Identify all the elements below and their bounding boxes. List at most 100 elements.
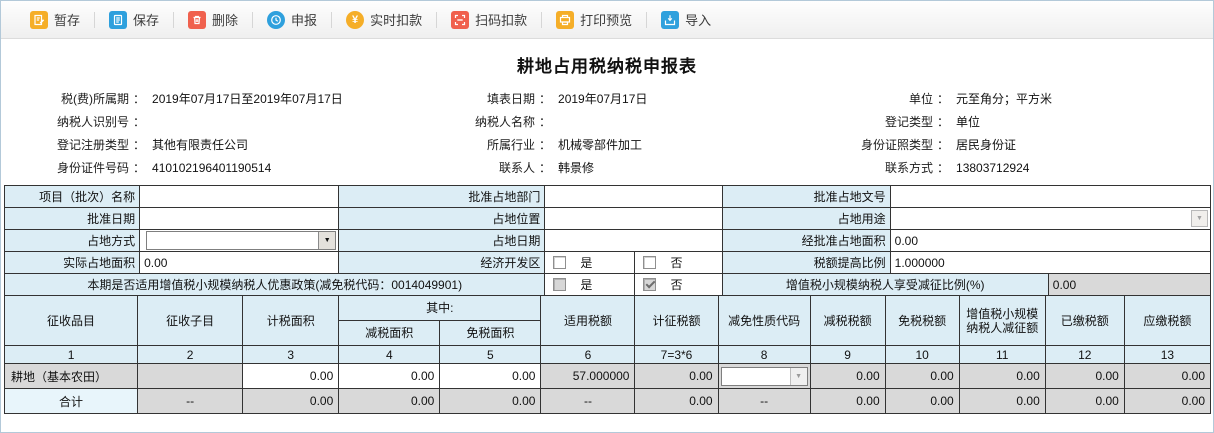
total-reduced-tax: 0.00 xyxy=(809,388,886,414)
occupation-method-select[interactable]: ▼ xyxy=(146,231,337,250)
approval-doc-number-label: 批准占地文号 xyxy=(721,185,891,208)
toolbar-separator xyxy=(173,11,175,28)
declare-button[interactable]: 申报 xyxy=(262,10,322,29)
print-preview-icon xyxy=(556,10,575,29)
economic-zone-label: 经济开发区 xyxy=(338,251,546,274)
field-unit: 单位：元至角分；平方米 xyxy=(908,92,1053,106)
page-title: 耕地占用税纳税申报表 xyxy=(517,57,697,76)
payable-tax-value: 0.00 xyxy=(1123,363,1212,389)
column-header: 征收品目 xyxy=(3,295,139,346)
total-payable-tax: 0.00 xyxy=(1123,388,1212,414)
col-number: 12 xyxy=(1044,345,1125,364)
economic-zone-no-checkbox[interactable] xyxy=(643,256,657,269)
total-exempt-tax: 0.00 xyxy=(884,388,960,414)
col-number: 11 xyxy=(958,345,1046,364)
reduction-ratio-label: 增值税小规模纳税人享受减征比例(%) xyxy=(721,273,1049,296)
toolbar-separator xyxy=(436,11,438,28)
small-scale-policy-no-checkbox[interactable] xyxy=(643,278,657,291)
column-header: 应缴税额 xyxy=(1123,295,1212,346)
col-number: 2 xyxy=(137,345,244,364)
toolbar-button-label: 实时扣款 xyxy=(370,13,423,28)
field-registration-type: 登记类型：单位 xyxy=(884,115,981,129)
print-preview-button[interactable]: 打印预览 xyxy=(551,10,637,29)
col-number: 3 xyxy=(242,345,340,364)
land-use-select[interactable]: ▼ xyxy=(889,207,1212,230)
col-number: 7=3*6 xyxy=(634,345,719,364)
total-label: 合计 xyxy=(3,388,139,414)
field-taxpayer-name: 纳税人名称： xyxy=(474,115,552,129)
chevron-down-icon[interactable]: ▼ xyxy=(318,232,336,249)
col-number: 6 xyxy=(540,345,636,364)
tax-increase-ratio-input[interactable]: 1.000000 xyxy=(889,251,1212,274)
delete-button[interactable]: 删除 xyxy=(183,10,243,29)
chevron-down-icon[interactable]: ▼ xyxy=(1191,210,1208,227)
reduction-ratio-value: 0.00 xyxy=(1047,273,1212,296)
chevron-down-icon[interactable]: ▼ xyxy=(789,367,807,385)
toolbar-separator xyxy=(331,11,333,28)
column-header: 减税税额 xyxy=(809,295,886,346)
realtime-deduct-button[interactable]: ¥ 实时扣款 xyxy=(341,10,427,29)
toolbar-separator xyxy=(646,11,648,28)
approved-area-label: 经批准占地面积 xyxy=(721,229,891,252)
col-number: 13 xyxy=(1123,345,1212,364)
declare-icon xyxy=(267,10,286,29)
occupation-method-value xyxy=(147,232,318,249)
project-name-label: 项目（批次）名称 xyxy=(3,185,141,208)
tax-increase-ratio-label: 税额提高比例 xyxy=(721,251,891,274)
save-button[interactable]: 保存 xyxy=(104,10,164,29)
total-levied-tax: 0.00 xyxy=(634,388,719,414)
approval-department-input[interactable] xyxy=(544,185,723,208)
land-location-input[interactable] xyxy=(544,207,723,230)
import-button[interactable]: 导入 xyxy=(656,10,716,29)
field-contact-person: 联系人：韩景修 xyxy=(498,161,595,175)
economic-zone-yes-cell: 是 xyxy=(544,251,636,274)
exempt-area-input[interactable]: 0.00 xyxy=(439,363,542,389)
draft-icon xyxy=(30,10,48,29)
among-header: 其中: xyxy=(338,295,542,321)
column-header: 已缴税额 xyxy=(1044,295,1125,346)
field-filing-date: 填表日期： 2019年07月17日 xyxy=(486,92,648,106)
land-occupation-form: 项目（批次）名称 批准占地部门 批准占地文号 批准日期 占地位置 占地用途 ▼ … xyxy=(3,185,1212,296)
small-scale-reduction-value: 0.00 xyxy=(958,363,1046,389)
field-taxpayer-id: 纳税人识别号： xyxy=(56,115,146,129)
toolbar-button-label: 暂存 xyxy=(54,13,81,28)
reduction-code-value xyxy=(722,368,790,385)
small-scale-policy-yes-cell: 是 xyxy=(544,273,636,296)
economic-zone-yes-checkbox[interactable] xyxy=(553,256,567,269)
taxpayer-info: 税(费)所属期： 2019年07月17日至2019年07月17日 填表日期： 201… xyxy=(1,87,1213,179)
small-scale-policy-yes-checkbox[interactable] xyxy=(553,278,567,291)
field-contact-phone: 联系方式： 13803712924 xyxy=(884,160,1030,176)
reduced-area-input[interactable]: 0.00 xyxy=(338,363,441,389)
column-header: 免税税额 xyxy=(884,295,960,346)
toolbar-button-label: 保存 xyxy=(133,13,160,28)
field-registered-type: 登记注册类型：其他有限责任公司 xyxy=(56,138,249,152)
tax-area-input[interactable]: 0.00 xyxy=(242,363,340,389)
scan-pay-icon xyxy=(451,10,470,29)
economic-zone-no-cell: 否 xyxy=(634,251,723,274)
field-id-number: 身份证件号码： 410102196401190514 xyxy=(56,160,272,176)
column-header: 减免性质代码 xyxy=(717,295,811,346)
column-header: 免税面积 xyxy=(439,320,542,346)
import-icon xyxy=(661,10,680,29)
no-label: 否 xyxy=(670,278,683,292)
approval-date-input[interactable] xyxy=(139,207,340,230)
scan-deduct-button[interactable]: 扫码扣款 xyxy=(446,10,532,29)
project-name-input[interactable] xyxy=(139,185,340,208)
total-applicable-rate: -- xyxy=(540,388,636,414)
approved-area-input[interactable]: 0.00 xyxy=(889,229,1212,252)
total-small-scale-reduction: 0.00 xyxy=(958,388,1046,414)
yes-label: 是 xyxy=(580,278,593,292)
no-label: 否 xyxy=(670,256,683,270)
approval-doc-number-input[interactable] xyxy=(889,185,1212,208)
farmland-tax-declaration-page: 暂存 保存 删除 申报 ¥ 实时扣款 扫码扣款 打印预览 导入 耕地占用税纳税申… xyxy=(0,0,1214,433)
small-scale-policy-label: 本期是否适用增值税小规模纳税人优惠政策(减免税代码：0014049901) xyxy=(3,273,546,296)
reduction-code-select[interactable]: ▼ xyxy=(720,366,808,386)
levy-item-name: 耕地（基本农田） xyxy=(3,363,139,389)
land-use-label: 占地用途 xyxy=(721,207,891,230)
levy-items-table: 征收品目 征收子目 计税面积 其中: 适用税额 计征税额 减免性质代码 减税税额… xyxy=(3,295,1212,414)
reduction-code-cell: ▼ xyxy=(717,363,811,389)
actual-area-input[interactable]: 0.00 xyxy=(139,251,340,274)
draft-button[interactable]: 暂存 xyxy=(25,10,85,29)
occupation-date-input[interactable] xyxy=(544,229,723,252)
col-number: 10 xyxy=(884,345,960,364)
